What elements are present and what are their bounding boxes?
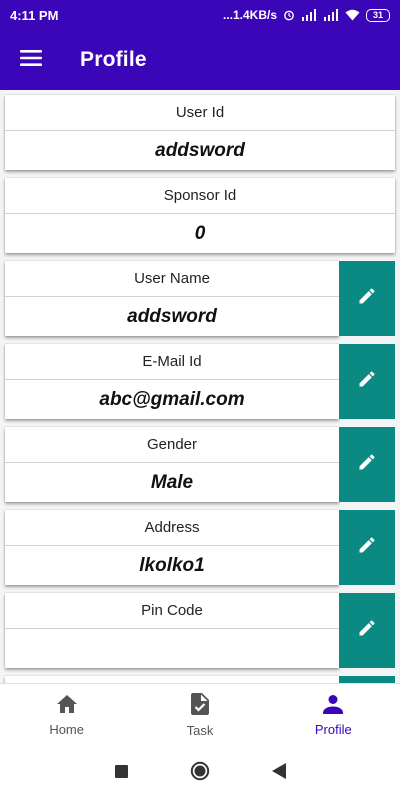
nav-label-home: Home [49,722,84,737]
field-label: Gender [5,427,339,463]
circle-icon [190,761,210,786]
field-card-partial [5,676,395,683]
battery-icon: 31 [366,8,390,22]
field-value: abc@gmail.com [99,388,245,410]
field-value: addsword [155,139,245,161]
nav-item-profile[interactable]: Profile [267,684,400,747]
field-value: lkolko1 [139,554,205,576]
person-icon [323,694,344,719]
nav-item-task[interactable]: Task [133,684,266,747]
signal-icon [301,9,317,21]
page-title: Profile [80,48,147,71]
square-icon [114,764,128,783]
field-value: Male [150,471,194,493]
hamburger-menu-icon [20,49,42,71]
field-value: addsword [127,305,217,327]
field-card-user-id: User Id addsword [5,95,395,170]
pencil-icon [357,535,377,560]
field-value: 0 [194,222,206,244]
network-speed: ...1.4KB/s [222,8,277,22]
home-system-button[interactable] [190,761,210,786]
status-indicators: ...1.4KB/s 31 [223,8,390,22]
edit-button-partial[interactable] [339,676,395,683]
field-card-pin-code: Pin Code [5,593,395,668]
field-card-address: Address lkolko1 [5,510,395,585]
recents-button[interactable] [114,764,128,783]
field-label: Address [5,510,339,546]
field-value [5,629,339,668]
edit-user-name-button[interactable] [339,261,395,336]
edit-gender-button[interactable] [339,427,395,502]
app-bar: Profile [0,30,400,90]
field-card-body: Gender Male [5,427,339,502]
system-navigation-bar [0,747,400,800]
field-label: Sponsor Id [5,178,395,214]
pencil-icon [357,369,377,394]
field-card-body: User Name addsword [5,261,339,336]
field-card-email: E-Mail Id abc@gmail.com [5,344,395,419]
field-label: E-Mail Id [5,344,339,380]
field-card-sponsor-id: Sponsor Id 0 [5,178,395,253]
field-card-body [5,676,339,683]
edit-email-button[interactable] [339,344,395,419]
pencil-icon [357,452,377,477]
wifi-icon [345,9,360,21]
status-bar: 4:11 PM ...1.4KB/s 31 [0,0,400,30]
edit-address-button[interactable] [339,510,395,585]
field-card-body: User Id addsword [5,95,395,170]
field-label: User Name [5,261,339,297]
field-card-body: Pin Code [5,593,339,668]
menu-button[interactable] [0,30,62,90]
field-card-body: Sponsor Id 0 [5,178,395,253]
field-label: User Id [5,95,395,131]
triangle-back-icon [271,763,286,784]
signal-icon-2 [323,9,339,21]
profile-field-list: User Id addsword Sponsor Id 0 User Name … [0,92,400,683]
nav-item-home[interactable]: Home [0,684,133,747]
field-label: Pin Code [5,593,339,629]
edit-pin-code-button[interactable] [339,593,395,668]
field-card-body: Address lkolko1 [5,510,339,585]
task-icon [190,693,209,720]
status-time: 4:11 PM [10,7,59,23]
home-icon [56,694,78,719]
nav-label-task: Task [186,723,214,738]
field-card-gender: Gender Male [5,427,395,502]
pencil-icon [357,286,377,311]
field-card-user-name: User Name addsword [5,261,395,336]
back-button[interactable] [271,763,286,784]
field-card-body: E-Mail Id abc@gmail.com [5,344,339,419]
bottom-navigation: Home Task Profile [0,683,400,747]
top-bar: 4:11 PM ...1.4KB/s 31 Profile [0,0,400,90]
alarm-icon [283,9,295,21]
pencil-icon [357,618,377,643]
nav-label-profile: Profile [314,722,352,737]
